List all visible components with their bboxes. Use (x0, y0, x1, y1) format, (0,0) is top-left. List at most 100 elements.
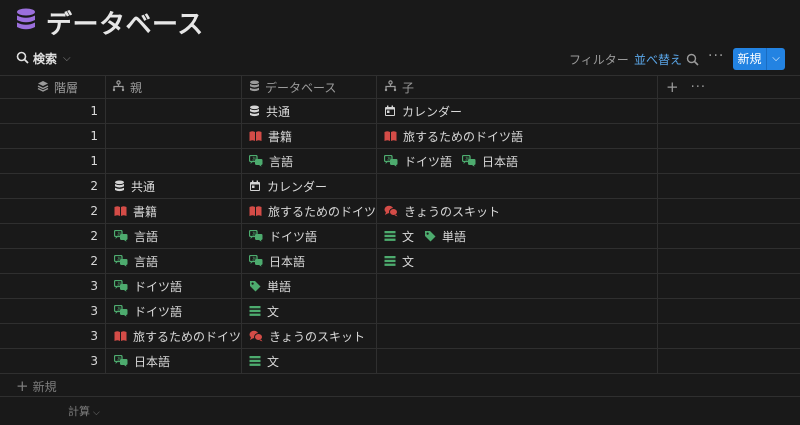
relation-chip[interactable]: 書籍 (249, 128, 292, 145)
parent-cell[interactable]: 共通 (106, 174, 242, 198)
child-cell[interactable] (377, 349, 658, 373)
database-cell[interactable]: カレンダー (242, 174, 377, 198)
relation-chip[interactable]: あ 言語 (249, 153, 293, 170)
parent-cell[interactable] (106, 99, 242, 123)
relation-chip[interactable]: 文 (384, 228, 414, 245)
table-row[interactable]: 2 あ 言語 あ 日本語 文 (0, 249, 800, 274)
level-cell[interactable]: 3 (0, 274, 106, 298)
relation-chip[interactable]: きょうのスキット (249, 328, 365, 345)
level-cell[interactable]: 1 (0, 124, 106, 148)
database-cell[interactable]: あ 日本語 (242, 249, 377, 273)
level-cell[interactable]: 2 (0, 199, 106, 223)
database-cell[interactable]: 旅するためのドイツ語 (242, 199, 377, 223)
table-row[interactable]: 1 共通 カレンダー (0, 99, 800, 124)
database-cell[interactable]: あ 言語 (242, 149, 377, 173)
more-options-icon[interactable]: ··· (708, 48, 724, 64)
relation-chip[interactable]: 文 (384, 253, 414, 270)
level-cell[interactable]: 1 (0, 149, 106, 173)
table-row[interactable]: 2 書籍 旅するためのドイツ語 きょうのスキット (0, 199, 800, 224)
level-cell[interactable]: 2 (0, 249, 106, 273)
level-cell[interactable]: 2 (0, 174, 106, 198)
parent-cell[interactable] (106, 149, 242, 173)
relation-chip[interactable]: カレンダー (384, 103, 462, 120)
column-header-database[interactable]: データベース (242, 76, 377, 98)
new-button[interactable]: 新規 ⌵ (733, 48, 785, 70)
level-cell[interactable]: 3 (0, 324, 106, 348)
level-cell[interactable]: 2 (0, 224, 106, 248)
calculate-button[interactable]: 計算 ⌵ (68, 403, 100, 419)
child-cell[interactable] (377, 324, 658, 348)
column-header-level[interactable]: 階層 (0, 76, 106, 98)
table-row[interactable]: 2 共通 カレンダー (0, 174, 800, 199)
relation-chip[interactable]: あ 言語 (114, 253, 158, 270)
table-row[interactable]: 3 あ ドイツ語 文 (0, 299, 800, 324)
table-row[interactable]: 2 あ 言語 あ ドイツ語 文 単語 (0, 224, 800, 249)
table-row[interactable]: 3 あ 日本語 文 (0, 349, 800, 374)
relation-chip[interactable]: きょうのスキット (384, 203, 500, 220)
search-button[interactable]: 検索 ⌵ (16, 50, 71, 67)
child-cell[interactable] (377, 274, 658, 298)
language-icon: あ (462, 155, 476, 167)
parent-cell[interactable]: 旅するためのドイツ語 (106, 324, 242, 348)
search-icon[interactable] (686, 51, 699, 70)
child-cell[interactable]: カレンダー (377, 99, 658, 123)
table-row[interactable]: 3 旅するためのドイツ語 きょうのスキット (0, 324, 800, 349)
database-cell[interactable]: あ ドイツ語 (242, 224, 377, 248)
database-cell[interactable]: 書籍 (242, 124, 377, 148)
relation-chip[interactable]: 共通 (114, 178, 155, 195)
parent-cell[interactable]: あ 言語 (106, 249, 242, 273)
relation-chip[interactable]: あ ドイツ語 (114, 303, 182, 320)
child-cell[interactable]: 文 単語 (377, 224, 658, 248)
table-row[interactable]: 1 書籍 旅するためのドイツ語 (0, 124, 800, 149)
parent-cell[interactable]: あ ドイツ語 (106, 274, 242, 298)
parent-cell[interactable]: あ ドイツ語 (106, 299, 242, 323)
relation-chip[interactable]: 旅するためのドイツ語 (384, 128, 523, 145)
column-header-child[interactable]: 子 (377, 76, 658, 98)
parent-cell[interactable] (106, 124, 242, 148)
database-cell[interactable]: 文 (242, 299, 377, 323)
child-cell[interactable]: 文 (377, 249, 658, 273)
level-cell[interactable]: 1 (0, 99, 106, 123)
relation-chip[interactable]: 書籍 (114, 203, 157, 220)
child-cell[interactable] (377, 174, 658, 198)
column-header-parent[interactable]: 親 (106, 76, 242, 98)
database-cell[interactable]: きょうのスキット (242, 324, 377, 348)
child-cell[interactable]: あ ドイツ語 あ 日本語 (377, 149, 658, 173)
database-cell[interactable]: 共通 (242, 99, 377, 123)
relation-chip[interactable]: あ ドイツ語 (114, 278, 182, 295)
relation-chip[interactable]: あ 日本語 (462, 153, 518, 170)
relation-chip[interactable]: 旅するためのドイツ語 (249, 203, 376, 220)
table-row[interactable]: 1 あ 言語 あ ドイツ語 あ 日本語 (0, 149, 800, 174)
relation-chip[interactable]: あ ドイツ語 (249, 228, 317, 245)
relation-chip[interactable]: 文 (249, 353, 279, 370)
relation-chip[interactable]: あ 日本語 (249, 253, 305, 270)
add-column-icon[interactable]: + (666, 78, 679, 96)
relation-chip[interactable]: 共通 (249, 103, 290, 120)
relation-chip[interactable]: カレンダー (249, 178, 327, 195)
add-row-button[interactable]: + 新規 (16, 377, 57, 395)
sort-button[interactable]: 並べ替え (634, 51, 682, 68)
filter-button[interactable]: フィルター (569, 51, 629, 68)
level-cell[interactable]: 3 (0, 349, 106, 373)
parent-cell[interactable]: あ 日本語 (106, 349, 242, 373)
table-row[interactable]: 3 あ ドイツ語 単語 (0, 274, 800, 299)
relation-chip[interactable]: 単語 (424, 228, 466, 245)
database-cell[interactable]: 文 (242, 349, 377, 373)
relation-chip[interactable]: あ 日本語 (114, 353, 170, 370)
relation-chip[interactable]: 単語 (249, 278, 291, 295)
level-value: 3 (90, 304, 98, 318)
child-cell[interactable]: きょうのスキット (377, 199, 658, 223)
database-cell[interactable]: 単語 (242, 274, 377, 298)
relation-chip[interactable]: 文 (249, 303, 279, 320)
parent-cell[interactable]: 書籍 (106, 199, 242, 223)
child-cell[interactable] (377, 299, 658, 323)
relation-chip[interactable]: あ ドイツ語 (384, 153, 452, 170)
child-cell[interactable]: 旅するためのドイツ語 (377, 124, 658, 148)
level-cell[interactable]: 3 (0, 299, 106, 323)
more-options-icon[interactable]: ··· (691, 80, 706, 95)
relation-chip[interactable]: 旅するためのドイツ語 (114, 328, 241, 345)
relation-chip[interactable]: あ 言語 (114, 228, 158, 245)
parent-cell[interactable]: あ 言語 (106, 224, 242, 248)
chevron-down-icon[interactable]: ⌵ (767, 48, 785, 70)
relation-chip-label: ドイツ語 (269, 229, 318, 244)
